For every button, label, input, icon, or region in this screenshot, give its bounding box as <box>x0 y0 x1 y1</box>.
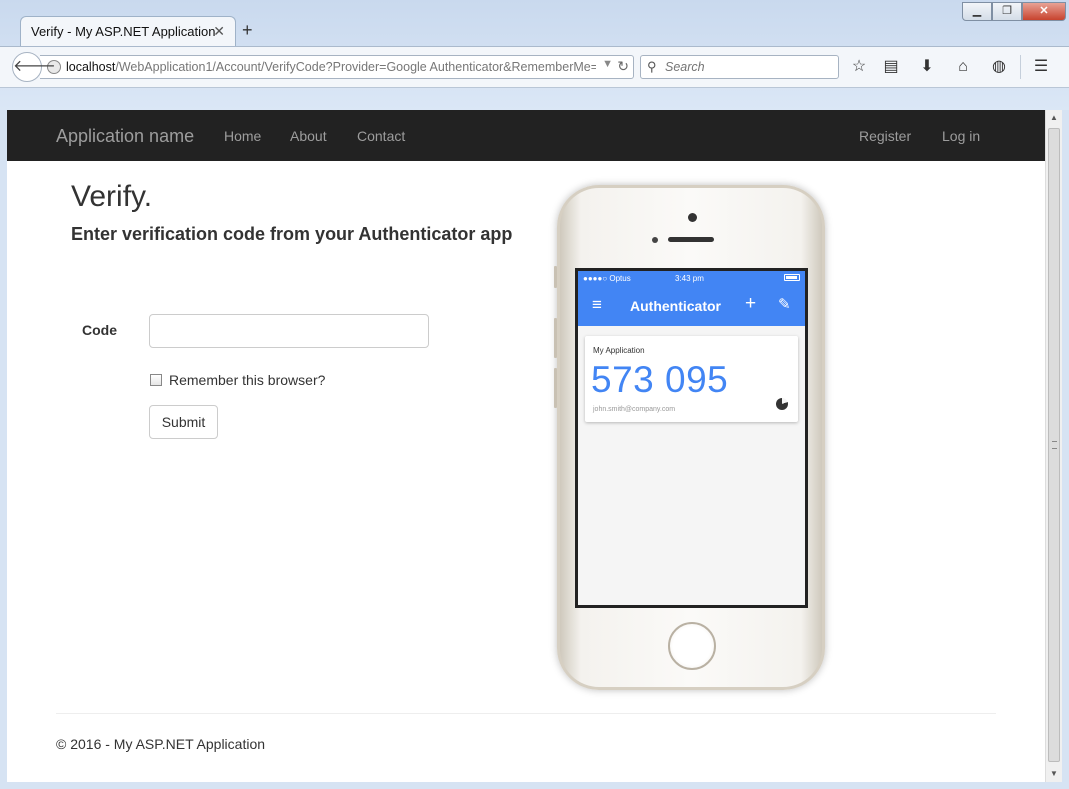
footer-text: © 2016 - My ASP.NET Application <box>56 736 266 752</box>
nav-link-register[interactable]: Register <box>859 128 911 144</box>
home-icon[interactable]: ⌂ <box>952 56 974 78</box>
scroll-up-arrow-icon[interactable]: ▲ <box>1046 110 1062 126</box>
brand-link[interactable]: Application name <box>56 126 194 147</box>
window-frame-right <box>1062 110 1069 789</box>
reload-icon[interactable]: ↻ <box>617 58 629 75</box>
authenticator-app-bar: ≡ Authenticator + ✎ <box>578 286 805 326</box>
url-path: /WebApplication1/Account/VerifyCode?Prov… <box>115 60 596 74</box>
proximity-sensor <box>652 237 658 243</box>
browser-tab-active[interactable]: Verify - My ASP.NET Application ✕ <box>20 16 236 46</box>
phone-home-button <box>668 622 716 670</box>
address-bar[interactable]: localhost/WebApplication1/Account/Verify… <box>40 55 634 79</box>
code-input[interactable] <box>149 314 429 348</box>
search-input[interactable] <box>665 58 833 76</box>
vertical-scrollbar[interactable]: ▲ ▼ <box>1045 110 1062 782</box>
toolbar-separator <box>1020 55 1021 79</box>
globe-icon[interactable]: ◍ <box>988 56 1010 78</box>
page-subtitle: Enter verification code from your Authen… <box>71 224 513 244</box>
search-icon: ⚲ <box>647 59 657 74</box>
scroll-thumb[interactable] <box>1048 128 1060 762</box>
nav-link-login[interactable]: Log in <box>942 128 980 144</box>
earpiece-speaker <box>668 237 714 242</box>
phone-illustration: ●●●●○ Optus 3:43 pm ≡ Authenticator + ✎ … <box>554 185 825 690</box>
url-text[interactable]: localhost/WebApplication1/Account/Verify… <box>66 60 596 74</box>
browser-toolbar: localhost/WebApplication1/Account/Verify… <box>0 46 1069 88</box>
new-tab-button[interactable]: + <box>242 20 253 41</box>
code-label: Code <box>82 322 117 338</box>
page-viewport: Application name Home About Contact Regi… <box>7 110 1045 782</box>
window-frame-bottom <box>0 782 1069 789</box>
page-title: Verify. <box>71 180 153 213</box>
tab-close-icon[interactable]: ✕ <box>213 23 225 40</box>
url-history-dropdown-icon[interactable]: ▼ <box>602 58 613 70</box>
code-timer-icon <box>776 398 788 410</box>
app-title: Authenticator <box>630 298 721 314</box>
restore-button[interactable]: ❐ <box>992 2 1022 21</box>
battery-icon <box>784 274 800 281</box>
add-account-icon: + <box>745 293 757 314</box>
star-icon[interactable]: ☆ <box>848 56 870 78</box>
close-window-button[interactable]: ✕ <box>1022 2 1066 21</box>
nav-link-about[interactable]: About <box>290 128 327 144</box>
url-host: localhost <box>66 60 116 74</box>
phone-status-bar: ●●●●○ Optus 3:43 pm <box>578 271 805 286</box>
browser-chrome: Verify - My ASP.NET Application ✕ + ▁ ❐ … <box>0 0 1069 110</box>
phone-mute-switch <box>554 266 557 288</box>
front-camera <box>688 213 697 222</box>
scroll-down-arrow-icon[interactable]: ▼ <box>1046 766 1062 782</box>
tab-title: Verify - My ASP.NET Application <box>31 24 216 39</box>
edit-icon: ✎ <box>778 296 791 313</box>
phone-screen: ●●●●○ Optus 3:43 pm ≡ Authenticator + ✎ … <box>575 268 808 608</box>
search-box[interactable]: ⚲ <box>640 55 839 79</box>
account-code-card: My Application 573 095 john.smith@compan… <box>585 336 798 422</box>
back-arrow-icon: 🡐 <box>13 58 56 75</box>
account-email: john.smith@company.com <box>593 406 676 413</box>
window-controls: ▁ ❐ ✕ <box>962 2 1066 21</box>
submit-button[interactable]: Submit <box>149 405 218 439</box>
nav-link-contact[interactable]: Contact <box>357 128 405 144</box>
footer-divider <box>56 713 996 714</box>
account-name: My Application <box>593 346 645 355</box>
minimize-button[interactable]: ▁ <box>962 2 992 21</box>
nav-link-home[interactable]: Home <box>224 128 261 144</box>
download-icon[interactable]: ⬇ <box>916 56 938 78</box>
hamburger-menu-icon[interactable]: ☰ <box>1030 56 1052 78</box>
remember-browser-checkbox[interactable] <box>150 374 162 386</box>
remember-browser-label[interactable]: Remember this browser? <box>169 372 325 388</box>
phone-volume-down <box>554 368 557 408</box>
scroll-thumb-grip <box>1052 441 1057 449</box>
app-menu-icon: ≡ <box>592 295 602 314</box>
site-navbar: Application name Home About Contact Regi… <box>7 110 1045 161</box>
back-button[interactable]: 🡐 <box>12 52 56 82</box>
reading-list-icon[interactable]: ▤ <box>880 56 902 78</box>
phone-volume-up <box>554 318 557 358</box>
verification-code: 573 095 <box>591 359 729 400</box>
status-time: 3:43 pm <box>675 274 704 283</box>
status-carrier: ●●●●○ Optus <box>583 274 631 283</box>
